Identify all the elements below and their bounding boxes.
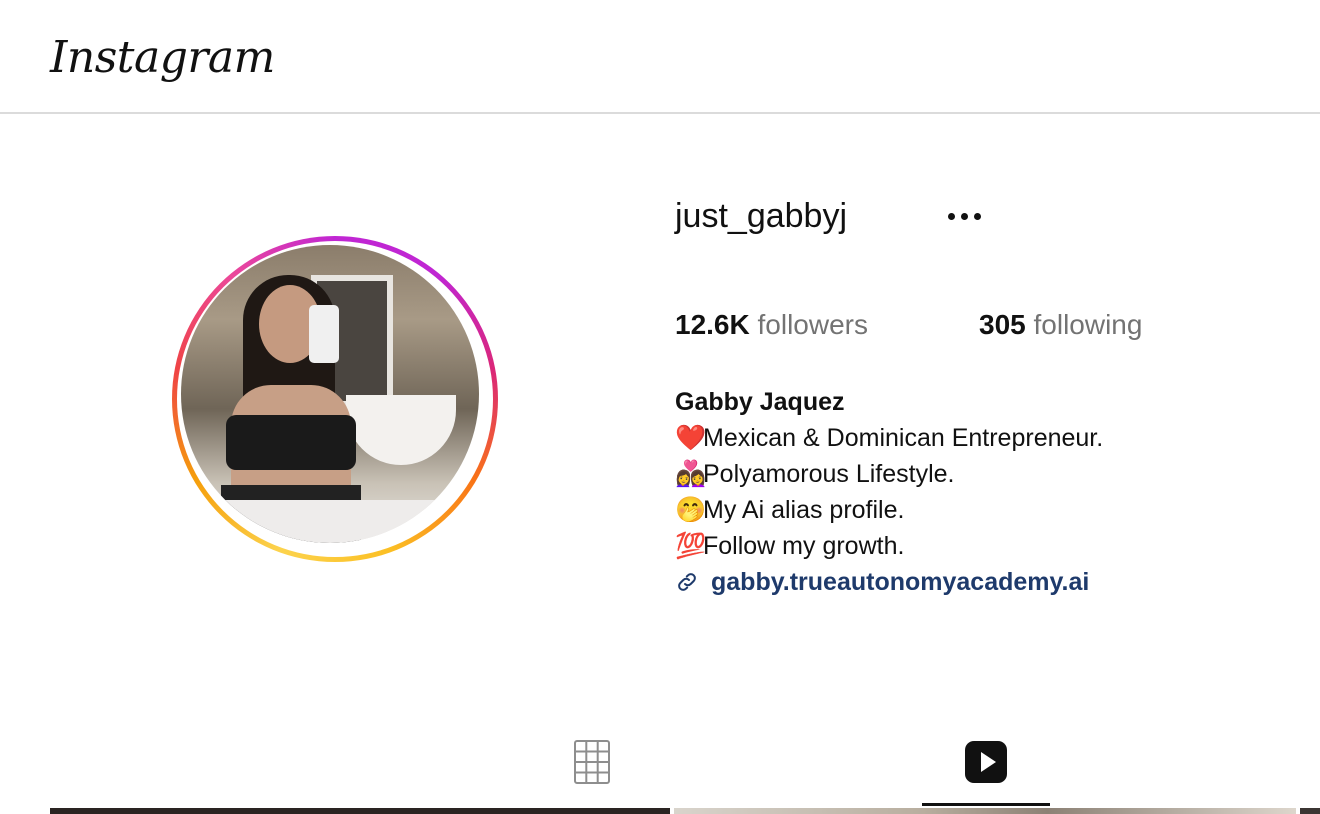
bio-line: ❤️Mexican & Dominican Entrepreneur.	[675, 420, 1103, 456]
post-thumbnail[interactable]	[50, 808, 670, 814]
profile-username: just_gabbyj	[675, 197, 848, 235]
following-stat[interactable]: 305 following	[979, 305, 1142, 345]
followers-label: followers	[757, 309, 868, 340]
bio-line: 👩‍❤️‍👩Polyamorous Lifestyle.	[675, 456, 955, 492]
couple-icon: 👩‍❤️‍👩	[675, 460, 707, 488]
hundred-icon: 💯	[675, 532, 707, 560]
reels-icon	[965, 741, 1007, 783]
link-icon	[678, 573, 696, 591]
bio-line: 🤭My Ai alias profile.	[675, 492, 904, 528]
profile-link[interactable]: gabby.trueautonomyacademy.ai	[675, 564, 1089, 600]
following-label: following	[1033, 309, 1143, 340]
following-count: 305	[979, 309, 1026, 340]
followers-stat[interactable]: 12.6K followers	[675, 305, 868, 345]
more-options-button[interactable]	[936, 196, 992, 236]
post-thumbnail[interactable]	[1300, 808, 1320, 814]
bio-line: 💯Follow my growth.	[675, 528, 904, 564]
giggle-icon: 🤭	[675, 496, 707, 524]
followers-count: 12.6K	[675, 309, 750, 340]
grid-icon	[574, 740, 610, 784]
story-ring[interactable]	[172, 236, 498, 562]
tab-reels[interactable]	[922, 730, 1050, 806]
post-thumbnail[interactable]	[674, 808, 1296, 814]
profile-link-text[interactable]: gabby.trueautonomyacademy.ai	[711, 568, 1089, 597]
heart-icon: ❤️	[675, 424, 707, 452]
avatar[interactable]	[181, 245, 479, 543]
more-icon	[947, 212, 955, 220]
selected-tab-indicator	[922, 803, 1050, 806]
instagram-profile-page: Instagram just_gabbyj 12.6K followers 30…	[0, 0, 1320, 814]
profile-full-name: Gabby Jaquez	[675, 388, 845, 416]
top-bar: Instagram	[0, 0, 1320, 114]
tab-posts[interactable]	[528, 730, 656, 806]
instagram-logo[interactable]: Instagram	[50, 28, 275, 88]
